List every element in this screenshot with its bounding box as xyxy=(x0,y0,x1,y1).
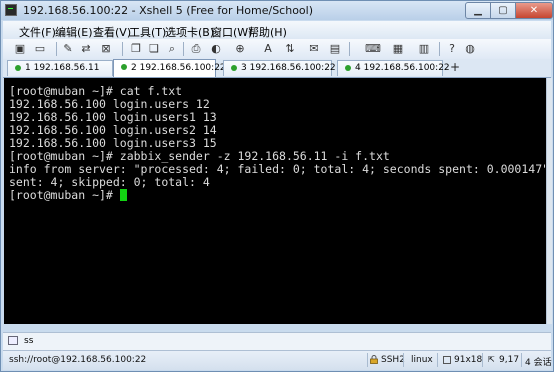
copy-icon[interactable]: ❐ xyxy=(129,42,143,56)
menu-file[interactable]: 文件(F) xyxy=(19,24,56,40)
menu-edit[interactable]: 编辑(E) xyxy=(55,24,93,40)
menu-bar: 文件(F) 编辑(E) 查看(V) 工具(T) 选项卡(B) 窗口(W) 帮助(… xyxy=(3,21,551,39)
tab-bar: 1 192.168.56.11 2 192.168.56.100:22 3 19… xyxy=(3,59,551,78)
menu-tabs[interactable]: 选项卡(B) xyxy=(165,24,214,40)
open-folder-icon[interactable]: ▭ xyxy=(33,42,47,56)
window-title: 192.168.56.100:22 - Xshell 5 (Free for H… xyxy=(23,4,314,17)
tab-label: 3 192.168.56.100:22 xyxy=(241,63,336,73)
compose-icon[interactable]: ▤ xyxy=(328,42,342,56)
tab-session-4[interactable]: 4 192.168.56.100:22 xyxy=(337,60,450,76)
terminal-scrollbar[interactable] xyxy=(546,78,552,324)
status-connection: ssh://root@192.168.56.100:22 xyxy=(9,355,147,365)
terminal-size-icon xyxy=(443,356,451,364)
terminal-prompt-line: [root@muban ~]# xyxy=(9,189,127,202)
terminal-prompt: [root@muban ~]# xyxy=(9,188,120,202)
maximize-button[interactable]: ▢ xyxy=(490,2,516,19)
terminal-output[interactable]: [root@muban ~]# cat f.txt 192.168.56.100… xyxy=(4,78,546,324)
menu-help[interactable]: 帮助(H) xyxy=(248,24,287,40)
properties-icon[interactable]: ✎ xyxy=(61,42,75,56)
terminal-app-icon[interactable] xyxy=(5,4,17,16)
session-label[interactable]: ss xyxy=(24,336,33,346)
reconnect-icon[interactable]: ⇄ xyxy=(79,42,93,56)
script-icon[interactable]: ✉ xyxy=(307,42,321,56)
tab-session-3[interactable]: 3 192.168.56.100:22 xyxy=(223,60,336,76)
status-sessions: 4 会话 xyxy=(525,358,552,368)
connected-dot-icon xyxy=(121,64,127,70)
connected-dot-icon xyxy=(345,65,351,71)
transfer-icon[interactable]: ⇅ xyxy=(283,42,297,56)
find-icon[interactable]: ⌕ xyxy=(165,42,179,56)
title-bar[interactable]: 192.168.56.100:22 - Xshell 5 (Free for H… xyxy=(1,1,553,20)
toolbar: ▣ ▭ ✎ ⇄ ⊠ ❐ ❏ ⌕ ⎙ ◐ ⊕ A ⇅ ✉ ▤ ⌨ ▦ ▥ ? ◍ xyxy=(3,39,551,60)
status-protocol: SSH2 xyxy=(381,355,405,365)
session-bar: ss xyxy=(3,332,551,351)
tab-list-icon[interactable]: ▥ xyxy=(417,42,431,56)
globe-icon[interactable]: ⊕ xyxy=(233,42,247,56)
print-icon[interactable]: ⎙ xyxy=(189,42,203,56)
tab-label: 2 192.168.56.100:22 xyxy=(131,63,226,73)
add-tab-button[interactable]: + xyxy=(447,60,463,76)
status-cursor-pos: 9,17 xyxy=(499,355,520,365)
xshell-window: 192.168.56.100:22 - Xshell 5 (Free for H… xyxy=(0,0,554,372)
new-session-icon[interactable]: ▣ xyxy=(13,42,27,56)
status-bar: ssh://root@192.168.56.100:22 SSH2 linux … xyxy=(3,351,552,370)
menu-tools[interactable]: 工具(T) xyxy=(129,24,166,40)
help-icon[interactable]: ? xyxy=(445,42,459,56)
terminal-cursor xyxy=(119,189,127,201)
tab-label: 4 192.168.56.100:22 xyxy=(355,63,450,73)
minimize-button[interactable]: ▁ xyxy=(465,2,491,19)
lock-icon xyxy=(370,355,378,364)
session-manager-icon[interactable] xyxy=(8,336,18,345)
paste-icon[interactable]: ❏ xyxy=(147,42,161,56)
tab-session-2[interactable]: 2 192.168.56.100:22 xyxy=(113,59,226,77)
menu-view[interactable]: 查看(V) xyxy=(93,24,131,40)
cursor-position-icon: ⇱ xyxy=(488,355,495,364)
tab-label: 1 192.168.56.11 xyxy=(25,63,100,73)
disconnect-icon[interactable]: ⊠ xyxy=(99,42,113,56)
connected-dot-icon xyxy=(15,65,21,71)
font-icon[interactable]: A xyxy=(261,42,275,56)
about-icon[interactable]: ◍ xyxy=(463,42,477,56)
menu-window[interactable]: 窗口(W) xyxy=(211,24,252,40)
close-button[interactable]: ✕ xyxy=(515,2,553,19)
status-term-type: linux xyxy=(411,355,433,365)
status-size: 91x18 xyxy=(454,355,483,365)
keyboard-icon[interactable]: ⌨ xyxy=(365,42,381,56)
tab-session-1[interactable]: 1 192.168.56.11 xyxy=(7,60,113,76)
connected-dot-icon xyxy=(231,65,237,71)
color-scheme-icon[interactable]: ◐ xyxy=(209,42,223,56)
layout-icon[interactable]: ▦ xyxy=(391,42,405,56)
